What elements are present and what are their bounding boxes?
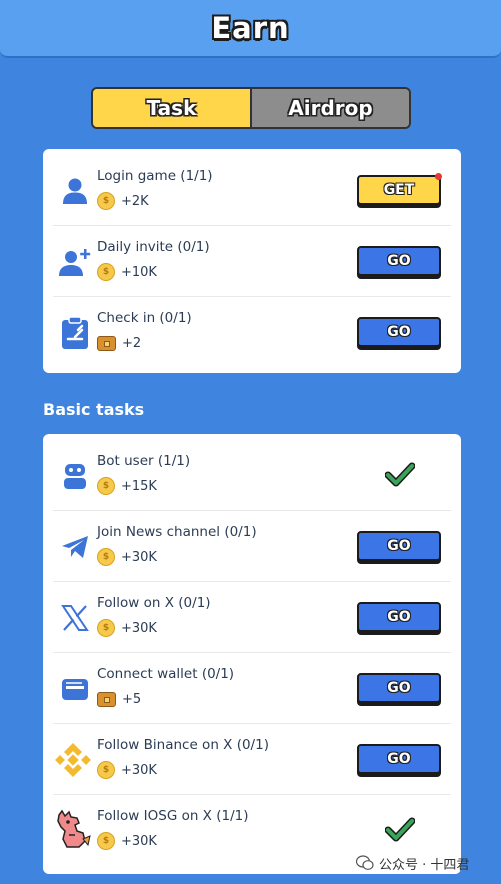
- go-button[interactable]: GO: [357, 673, 441, 703]
- chest-icon: [97, 691, 116, 707]
- daily-tasks-card: Login game (1/1) $ +2K GET Daily invite …: [43, 149, 461, 373]
- task-name: Login game (1/1): [97, 168, 213, 184]
- go-button[interactable]: GO: [357, 744, 441, 774]
- task-name: Daily invite (0/1): [97, 239, 210, 255]
- task-name: Follow Binance on X (0/1): [97, 737, 269, 753]
- wallet-icon: [57, 671, 93, 707]
- add-user-icon: [57, 244, 93, 280]
- go-button[interactable]: GO: [357, 531, 441, 561]
- reward-amount: +30K: [121, 833, 157, 849]
- bot-icon: [57, 458, 93, 494]
- coin-icon: $: [97, 548, 115, 566]
- task-row-connect-wallet: Connect wallet (0/1) +5 GO: [53, 653, 451, 724]
- coin-icon: $: [97, 761, 115, 779]
- header-bar: Earn: [0, 0, 501, 58]
- task-reward: $ +2K: [97, 192, 149, 210]
- task-row-check-in: Check in (0/1) +2 GO: [53, 297, 451, 368]
- task-reward: +2: [97, 334, 141, 352]
- reward-amount: +30K: [121, 549, 157, 565]
- binance-icon: [53, 742, 93, 778]
- task-reward: $ +30K: [97, 619, 157, 637]
- task-reward: $ +30K: [97, 832, 157, 850]
- section-title-basic-tasks: Basic tasks: [43, 400, 145, 419]
- reward-amount: +30K: [121, 620, 157, 636]
- coin-icon: $: [97, 832, 115, 850]
- task-name: Check in (0/1): [97, 310, 192, 326]
- task-reward: $ +10K: [97, 263, 157, 281]
- task-row-login-game: Login game (1/1) $ +2K GET: [53, 155, 451, 226]
- watermark: 公众号 · 十四君: [356, 852, 469, 874]
- checkmark-icon: [385, 462, 415, 487]
- coin-icon: $: [97, 619, 115, 637]
- coin-icon: $: [97, 192, 115, 210]
- user-icon: [57, 173, 93, 209]
- task-row-daily-invite: Daily invite (0/1) $ +10K GO: [53, 226, 451, 297]
- task-reward: +5: [97, 690, 141, 708]
- get-button-label: GET: [383, 182, 415, 198]
- coin-icon: $: [97, 477, 115, 495]
- task-row-follow-on-x: Follow on X (0/1) $ +30K GO: [53, 582, 451, 653]
- get-button[interactable]: GET: [357, 173, 442, 205]
- task-name: Follow on X (0/1): [97, 595, 211, 611]
- task-name: Bot user (1/1): [97, 453, 191, 469]
- clipboard-icon: [57, 315, 93, 351]
- task-name: Join News channel (0/1): [97, 524, 257, 540]
- go-button[interactable]: GO: [357, 246, 441, 276]
- checkmark-icon: [385, 817, 415, 842]
- task-row-join-news-channel: Join News channel (0/1) $ +30K GO: [53, 511, 451, 582]
- task-reward: $ +30K: [97, 548, 157, 566]
- reward-amount: +5: [122, 691, 142, 707]
- go-button[interactable]: GO: [357, 602, 441, 632]
- task-name: Follow IOSG on X (1/1): [97, 808, 249, 824]
- watermark-text: 公众号 · 十四君: [379, 857, 470, 873]
- telegram-icon: [57, 529, 93, 565]
- task-reward: $ +15K: [97, 477, 157, 495]
- notification-dot: [435, 173, 442, 180]
- go-button[interactable]: GO: [357, 317, 441, 347]
- reward-amount: +2K: [121, 193, 149, 209]
- reward-amount: +2: [122, 335, 142, 351]
- reward-amount: +30K: [121, 762, 157, 778]
- reward-amount: +15K: [121, 478, 157, 494]
- task-name: Connect wallet (0/1): [97, 666, 235, 682]
- wechat-icon: [356, 855, 374, 870]
- reward-amount: +10K: [121, 264, 157, 280]
- tab-task[interactable]: Task: [93, 89, 252, 127]
- tab-switcher: Task Airdrop: [91, 87, 411, 129]
- x-logo-icon: [57, 600, 93, 636]
- chest-icon: [97, 335, 116, 351]
- page-title: Earn: [211, 11, 290, 45]
- tab-airdrop[interactable]: Airdrop: [252, 89, 409, 127]
- task-row-follow-binance: Follow Binance on X (0/1) $ +30K GO: [53, 724, 451, 795]
- task-reward: $ +30K: [97, 761, 157, 779]
- iosg-dragon-icon: [53, 809, 93, 850]
- task-row-bot-user: Bot user (1/1) $ +15K: [53, 440, 451, 511]
- coin-icon: $: [97, 263, 115, 281]
- basic-tasks-card: Bot user (1/1) $ +15K Join News channel …: [43, 434, 461, 874]
